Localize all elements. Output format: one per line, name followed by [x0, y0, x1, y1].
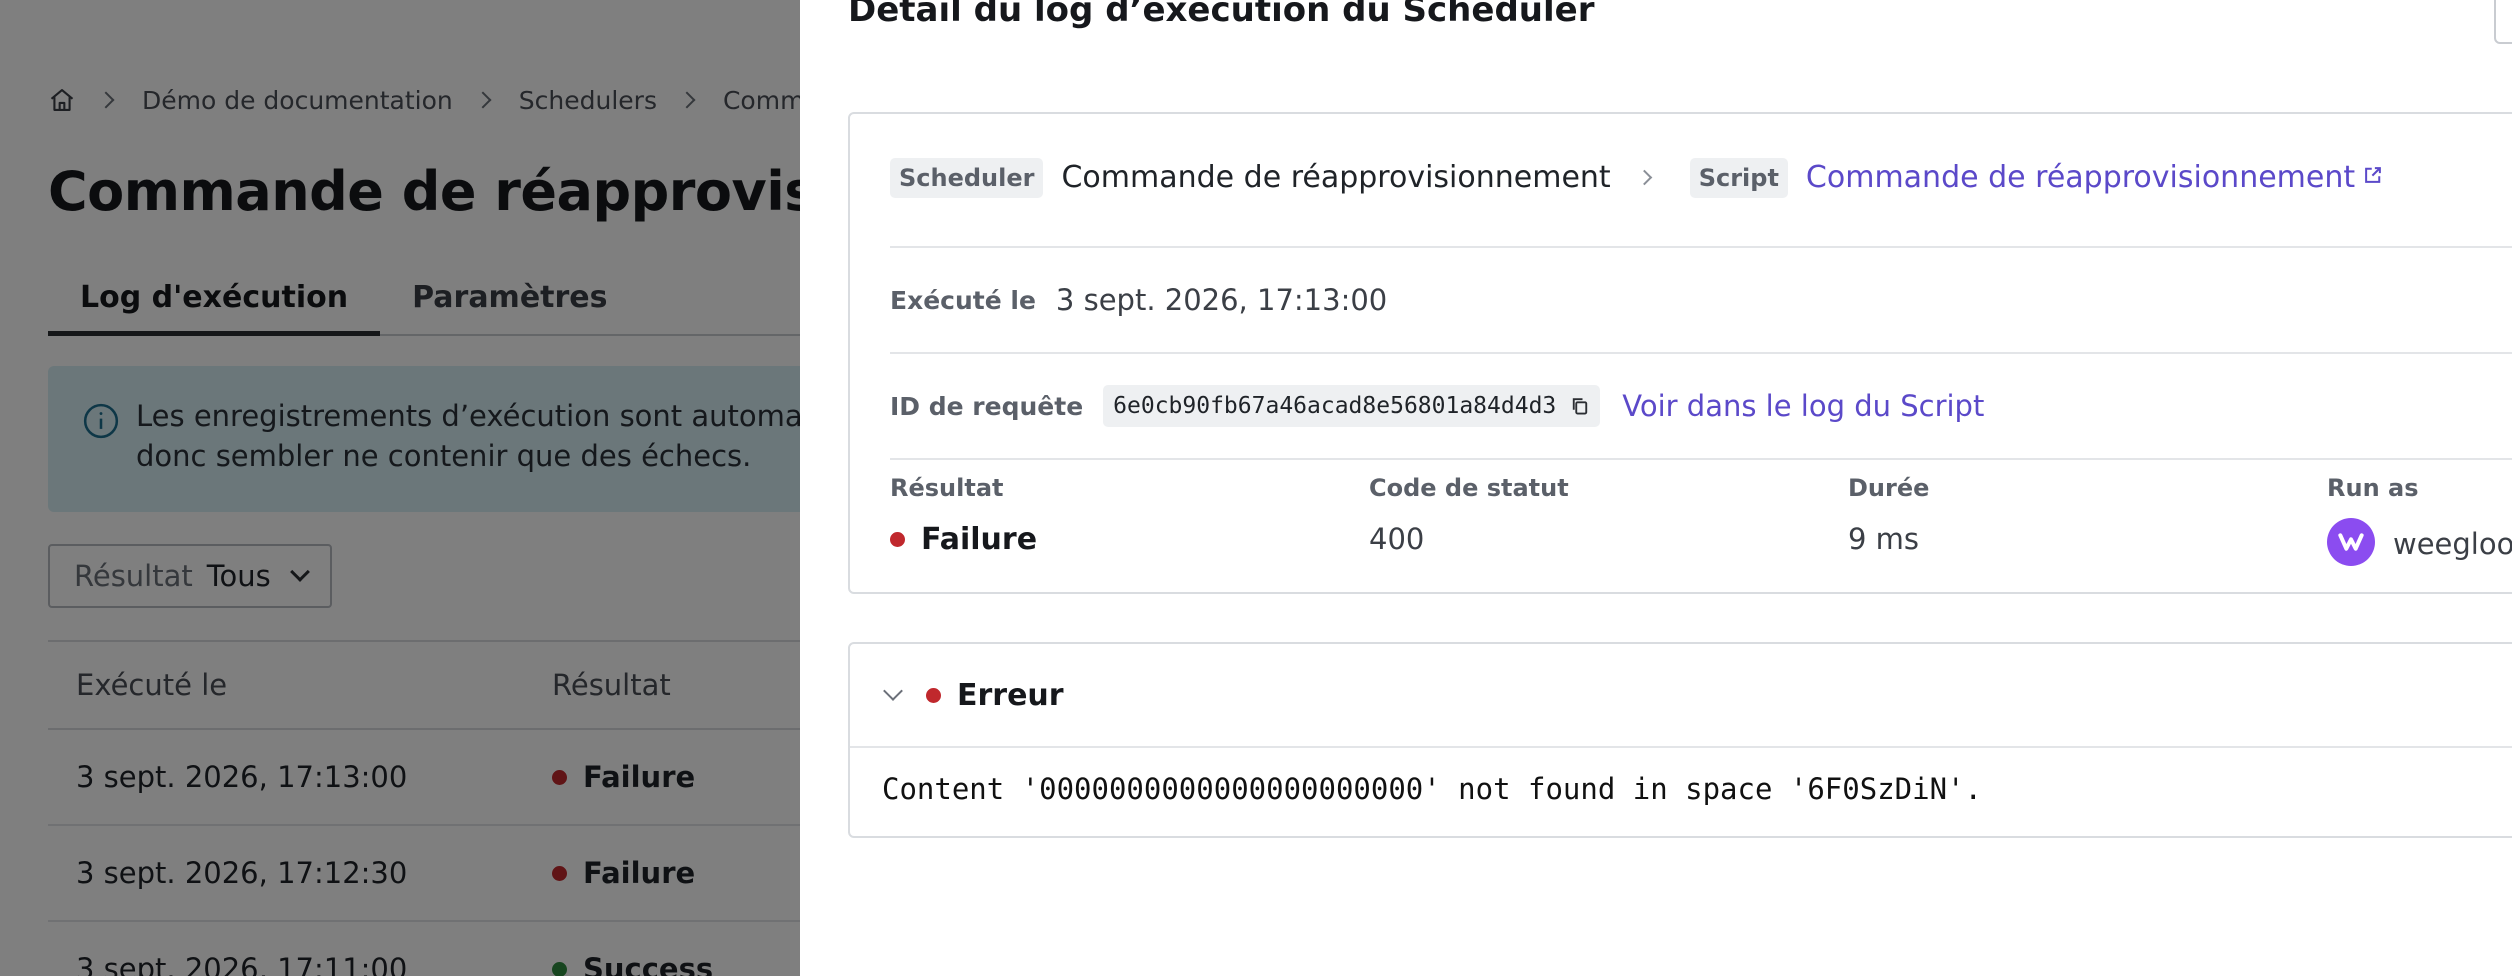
error-title: Erreur [957, 677, 1064, 713]
error-header[interactable]: Erreur [850, 644, 2512, 748]
request-id-chip: 6e0cb90fb67a46acad8e56801a84d4d3 [1103, 385, 1601, 427]
stat-duration: Durée 9 ms [1848, 474, 1929, 556]
collapse-caret-icon[interactable] [883, 681, 903, 701]
external-link-icon [2365, 167, 2381, 183]
execution-log-detail-drawer: Détail du log d’exécution du Scheduler S… [800, 0, 2512, 976]
scheduler-name: Commande de réapprovisionnement [1061, 160, 1611, 195]
stat-run-as: Run as weegloo [2327, 474, 2512, 566]
script-link-label: Commande de réapprovisionnement [1805, 160, 2356, 195]
script-chip: Script [1689, 158, 1788, 198]
result-label: Résultat [890, 474, 1004, 502]
script-link[interactable]: Commande de réapprovisionnement [1806, 158, 2383, 198]
duration-value: 9 ms [1848, 522, 1920, 556]
failure-status-dot [890, 532, 905, 547]
stat-result: Résultat Failure [890, 474, 1037, 557]
request-id-label: ID de requête [890, 391, 1084, 421]
stat-status-code: Code de statut 400 [1369, 474, 1569, 556]
execution-stats: Résultat Failure Code de statut 400 Duré… [890, 460, 2512, 594]
avatar [2327, 518, 2375, 566]
request-id-value: 6e0cb90fb67a46acad8e56801a84d4d3 [1113, 393, 1557, 419]
scheduler-chip: Scheduler [890, 158, 1044, 198]
executed-at-value: 3 sept. 2026, 17:13:00 [1055, 283, 1388, 317]
executed-at-row: Exécuté le 3 sept. 2026, 17:13:00 [890, 248, 2512, 354]
view-script-log-link[interactable]: Voir dans le log du Script [1622, 389, 1984, 423]
result-value: Failure [890, 522, 1037, 557]
executed-at-label: Exécuté le [890, 285, 1036, 315]
result-text: Failure [921, 522, 1038, 557]
duration-label: Durée [1848, 474, 1930, 502]
run-as-user: weegloo [2393, 527, 2512, 561]
copy-icon[interactable] [1570, 396, 1590, 416]
error-card: Erreur Content '0000000000000000000000' … [848, 642, 2512, 838]
modal-backdrop[interactable] [0, 0, 800, 976]
scheduler-script-path: Scheduler Commande de réapprovisionnemen… [890, 142, 2512, 248]
chevron-right-icon [1636, 169, 1652, 186]
request-id-row: ID de requête 6e0cb90fb67a46acad8e56801a… [890, 354, 2512, 460]
avatar-logo-icon [2338, 533, 2364, 551]
drawer-title: Détail du log d’exécution du Scheduler [848, 0, 1595, 30]
error-message: Content '0000000000000000000000' not fou… [882, 772, 1982, 806]
run-as-value: weegloo [2327, 518, 2512, 566]
execution-summary-card: Scheduler Commande de réapprovisionnemen… [848, 112, 2512, 594]
status-code-value: 400 [1369, 522, 1425, 556]
run-as-label: Run as [2327, 474, 2419, 502]
error-status-dot [926, 687, 941, 703]
status-code-label: Code de statut [1369, 474, 1569, 502]
close-button[interactable] [2494, 0, 2512, 44]
